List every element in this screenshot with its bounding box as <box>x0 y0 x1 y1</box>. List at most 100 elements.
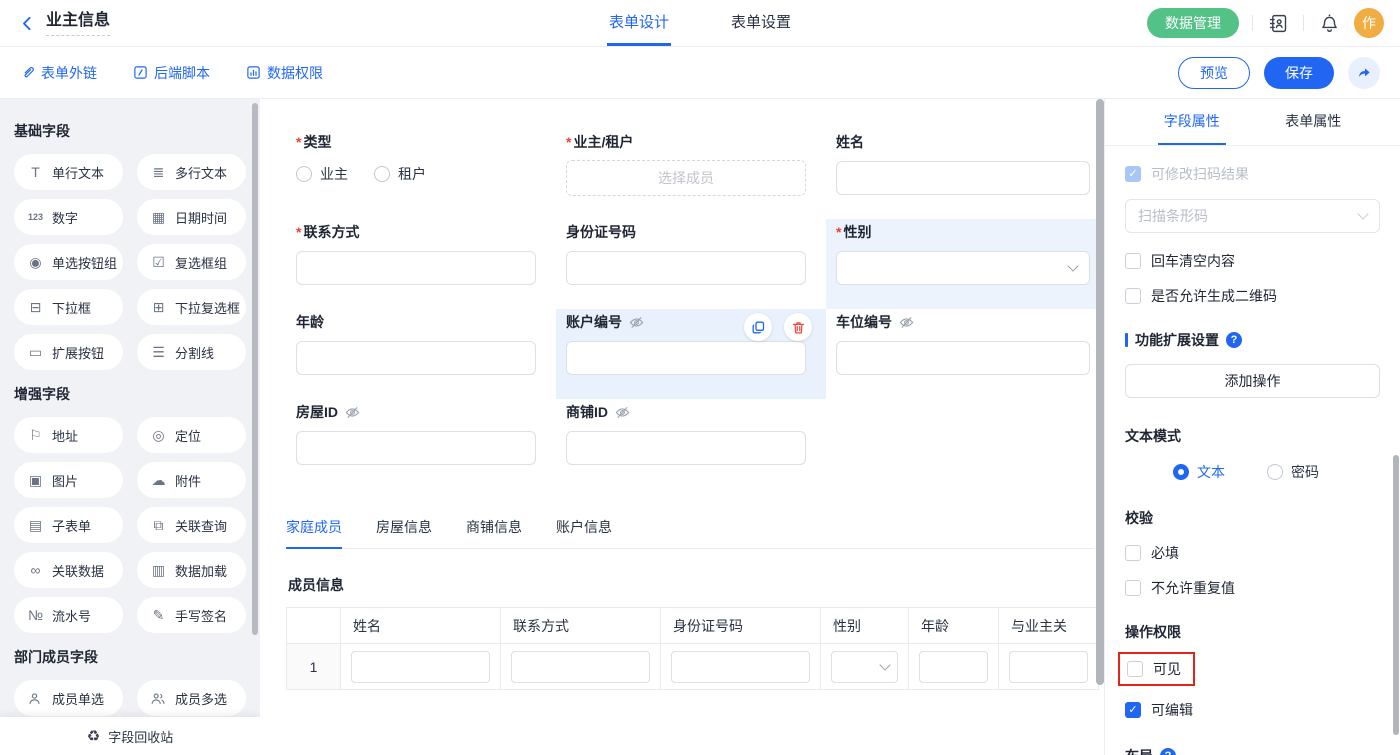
scan-type-select[interactable]: 扫描条形码 <box>1125 199 1380 233</box>
row-index-cell: 1 <box>287 644 341 690</box>
pill-member-multi[interactable]: 成员多选 <box>137 680 246 716</box>
data-manage-button[interactable]: 数据管理 <box>1147 8 1239 38</box>
cell-select[interactable] <box>831 651 898 683</box>
pill-extend-button[interactable]: ▭扩展按钮 <box>14 334 123 370</box>
cell-input[interactable] <box>1009 651 1088 683</box>
form-canvas: *类型 业主 租户 *业主/租户 选择成员 姓名 *联系方式 <box>260 99 1104 755</box>
checkbox-required[interactable] <box>1125 545 1141 561</box>
pill-location[interactable]: ◎定位 <box>137 417 246 453</box>
data-permission[interactable]: 数据权限 <box>246 63 323 83</box>
pill-address[interactable]: ⚐地址 <box>14 417 123 453</box>
pill-single-line-text[interactable]: T单行文本 <box>14 154 123 190</box>
gender-select[interactable] <box>836 251 1090 285</box>
cell-input[interactable] <box>351 651 490 683</box>
pill-divider[interactable]: ☰分割线 <box>137 334 246 370</box>
pill-checkbox-group[interactable]: ☑复选框组 <box>137 244 246 280</box>
field-recycle-bin[interactable]: ♻ 字段回收站 <box>0 717 260 755</box>
table-header-3: 身份证号码 <box>661 608 821 644</box>
pill-multi-dropdown[interactable]: ⊞下拉复选框 <box>137 289 246 325</box>
subform-tab-0[interactable]: 家庭成员 <box>286 517 342 549</box>
tab-form-properties[interactable]: 表单属性 <box>1279 99 1347 145</box>
canvas-scrollbar[interactable] <box>1096 99 1104 685</box>
text-input[interactable] <box>836 341 1090 375</box>
text-input[interactable] <box>566 251 806 285</box>
pill-label: 手写签名 <box>175 606 227 625</box>
checkbox-editable[interactable]: ✓ <box>1125 702 1141 718</box>
preview-button[interactable]: 预览 <box>1178 57 1250 89</box>
pill-signature[interactable]: ✎手写签名 <box>137 597 246 633</box>
back-button[interactable] <box>16 12 38 34</box>
pill-member-single[interactable]: 成员单选 <box>14 680 123 716</box>
pill-radio-group[interactable]: ◉单选按钮组 <box>14 244 123 280</box>
text-input[interactable] <box>296 341 536 375</box>
backend-script[interactable]: 后端脚本 <box>133 63 210 83</box>
radio-tenant[interactable]: 租户 <box>374 164 426 184</box>
required-mark: * <box>296 132 301 152</box>
field-owner-tenant[interactable]: *业主/租户 选择成员 <box>556 129 826 219</box>
checkbox-scan-modify[interactable]: ✓ <box>1125 166 1141 182</box>
dropdown-icon: ⊟ <box>27 300 44 314</box>
pill-subform[interactable]: ▤子表单 <box>14 507 123 543</box>
field-house-id[interactable]: 房屋ID <box>286 399 556 489</box>
pill-dropdown[interactable]: ⊟下拉框 <box>14 289 123 325</box>
pill-attachment[interactable]: ☁附件 <box>137 462 246 498</box>
field-gender-active[interactable]: *性别 <box>826 219 1104 309</box>
text-input[interactable] <box>566 341 806 375</box>
tab-form-settings[interactable]: 表单设置 <box>729 0 793 46</box>
field-contact[interactable]: *联系方式 <box>286 219 556 309</box>
bell-icon[interactable] <box>1317 11 1341 35</box>
field-id-number[interactable]: 身份证号码 <box>556 219 826 309</box>
pill-serial-number[interactable]: №流水号 <box>14 597 123 633</box>
pill-multi-line-text[interactable]: ≣多行文本 <box>137 154 246 190</box>
subform-tab-1[interactable]: 房屋信息 <box>376 517 432 549</box>
save-button[interactable]: 保存 <box>1264 57 1334 89</box>
checkbox-visible[interactable] <box>1127 661 1143 677</box>
subform-table: 姓名联系方式身份证号码性别年龄与业主关 1 <box>286 607 1099 690</box>
cell-input[interactable] <box>919 651 988 683</box>
field-age[interactable]: 年龄 <box>286 309 556 399</box>
subform-tab-2[interactable]: 商铺信息 <box>466 517 522 549</box>
address-book-icon[interactable] <box>1266 11 1290 35</box>
share-button[interactable] <box>1348 57 1380 89</box>
pill-label: 单选按钮组 <box>52 253 117 272</box>
sidebar-scrollbar[interactable] <box>252 103 258 635</box>
cell-input[interactable] <box>511 651 650 683</box>
copy-field-button[interactable] <box>744 313 772 341</box>
text-input[interactable] <box>566 431 806 465</box>
tab-form-design[interactable]: 表单设计 <box>607 0 671 46</box>
pill-data-load[interactable]: ▥数据加载 <box>137 552 246 588</box>
radio-owner[interactable]: 业主 <box>296 164 348 184</box>
pill-related-query[interactable]: ⧉关联查询 <box>137 507 246 543</box>
subform-tab-3[interactable]: 账户信息 <box>556 517 612 549</box>
panel-scrollbar[interactable] <box>1393 455 1399 735</box>
field-parking-no[interactable]: 车位编号 <box>826 309 1104 399</box>
tab-field-properties[interactable]: 字段属性 <box>1158 99 1226 145</box>
text-input[interactable] <box>296 431 536 465</box>
pill-related-data[interactable]: ∞关联数据 <box>14 552 123 588</box>
avatar[interactable]: 作 <box>1354 8 1384 38</box>
help-icon[interactable]: ? <box>1226 332 1242 348</box>
field-shop-id[interactable]: 商铺ID <box>556 399 826 489</box>
checkbox-clear-on-enter[interactable] <box>1125 253 1141 269</box>
field-name[interactable]: 姓名 <box>826 129 1104 219</box>
form-external-link[interactable]: 表单外链 <box>20 63 97 83</box>
text-input[interactable] <box>836 161 1090 195</box>
help-icon[interactable]: ? <box>1160 748 1176 755</box>
pill-number[interactable]: 123数字 <box>14 199 123 235</box>
member-picker[interactable]: 选择成员 <box>566 160 806 196</box>
section-title: 校验 <box>1125 508 1153 528</box>
field-account-no-selected[interactable]: 账户编号 <box>556 309 826 399</box>
text-input[interactable] <box>296 251 536 285</box>
no-duplicate-row: 不允许重复值 <box>1125 578 1380 598</box>
pill-image[interactable]: ▣图片 <box>14 462 123 498</box>
field-type[interactable]: *类型 业主 租户 <box>286 129 556 219</box>
checkbox-no-duplicate[interactable] <box>1125 580 1141 596</box>
delete-field-button[interactable] <box>784 313 812 341</box>
cell-input[interactable] <box>671 651 810 683</box>
ext-section-head: 功能扩展设置 ? <box>1125 330 1380 350</box>
pill-datetime[interactable]: ▦日期时间 <box>137 199 246 235</box>
add-action-button[interactable]: 添加操作 <box>1125 364 1380 398</box>
checkbox-allow-qrcode[interactable] <box>1125 288 1141 304</box>
radio-password-mode[interactable]: 密码 <box>1267 462 1319 482</box>
radio-text-mode[interactable]: 文本 <box>1173 462 1225 482</box>
